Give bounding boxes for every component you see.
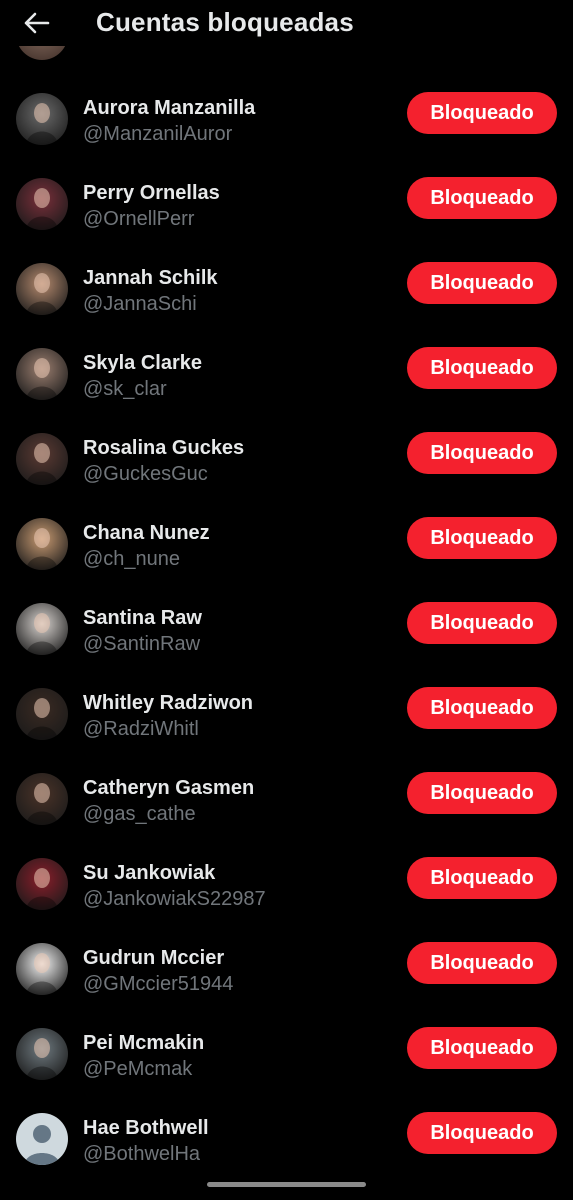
account-handle: @RadziWhitl (83, 718, 199, 740)
account-handle: @GMccier51944 (83, 973, 234, 995)
avatar[interactable] (16, 773, 68, 825)
account-name[interactable]: Catheryn Gasmen (83, 776, 254, 800)
avatar[interactable] (16, 1028, 68, 1080)
account-row[interactable]: Jannah Schilk @JannaSchi Bloqueado (0, 243, 573, 328)
blocked-button[interactable]: Bloqueado (407, 687, 557, 729)
account-handle: @gas_cathe (83, 803, 196, 825)
account-handle: @sk_clar (83, 378, 167, 400)
account-row[interactable]: Santina Raw @SantinRaw Bloqueado (0, 583, 573, 668)
avatar[interactable] (16, 943, 68, 995)
account-handle: @OrnellPerr (83, 208, 195, 230)
top-app-bar: Cuentas bloqueadas (0, 0, 573, 46)
account-name[interactable]: Jannah Schilk (83, 266, 218, 290)
account-handle: @JannaSchi (83, 293, 197, 315)
blocked-button[interactable]: Bloqueado (407, 942, 557, 984)
account-row[interactable]: Skyla Clarke @sk_clar Bloqueado (0, 328, 573, 413)
account-name[interactable]: Hae Bothwell (83, 1116, 209, 1140)
account-handle: @JankowiakS22987 (83, 888, 266, 910)
avatar[interactable] (16, 263, 68, 315)
account-handle: @PeMcmak (83, 1058, 193, 1080)
blocked-accounts-list: Aurora Manzanilla @ManzanilAuror Bloqueado… (0, 73, 573, 1178)
blocked-button[interactable]: Bloqueado (407, 772, 557, 814)
account-handle: @ch_nune (83, 548, 181, 570)
blocked-button[interactable]: Bloqueado (407, 92, 557, 134)
page-title: Cuentas bloqueadas (96, 7, 354, 37)
avatar[interactable] (16, 858, 68, 910)
account-name[interactable]: Whitley Radziwon (83, 691, 253, 715)
account-row[interactable]: Catheryn Gasmen @gas_cathe Bloqueado (0, 753, 573, 838)
avatar[interactable] (16, 1113, 68, 1165)
blocked-button[interactable]: Bloqueado (407, 177, 557, 219)
account-row[interactable]: Gudrun Mccier @GMccier51944 Bloqueado (0, 923, 573, 1008)
blocked-button[interactable]: Bloqueado (407, 347, 557, 389)
account-handle: @SantinRaw (83, 633, 201, 655)
account-row[interactable]: Aurora Manzanilla @ManzanilAuror Bloqueado (0, 73, 573, 158)
home-indicator[interactable] (207, 1182, 366, 1187)
account-row[interactable]: Rosalina Guckes @GuckesGuc Bloqueado (0, 413, 573, 498)
blocked-button[interactable]: Bloqueado (407, 1027, 557, 1069)
account-name[interactable]: Aurora Manzanilla (83, 96, 255, 120)
blocked-button[interactable]: Bloqueado (407, 1112, 557, 1154)
blocked-button[interactable]: Bloqueado (407, 602, 557, 644)
account-name[interactable]: Rosalina Guckes (83, 436, 244, 460)
avatar[interactable] (16, 433, 68, 485)
account-row[interactable]: Hae Bothwell @BothwelHa Bloqueado (0, 1093, 573, 1178)
account-name[interactable]: Santina Raw (83, 606, 202, 630)
account-row[interactable]: Pei Mcmakin @PeMcmak Bloqueado (0, 1008, 573, 1093)
avatar[interactable] (16, 178, 68, 230)
account-name[interactable]: Gudrun Mccier (83, 946, 224, 970)
account-row[interactable]: Whitley Radziwon @RadziWhitl Bloqueado (0, 668, 573, 753)
arrow-left-icon (24, 12, 50, 34)
account-row[interactable]: Chana Nunez @ch_nune Bloqueado (0, 498, 573, 583)
avatar[interactable] (16, 93, 68, 145)
avatar[interactable] (16, 348, 68, 400)
avatar[interactable] (16, 603, 68, 655)
account-name[interactable]: Pei Mcmakin (83, 1031, 204, 1055)
blocked-button[interactable]: Bloqueado (407, 857, 557, 899)
account-row[interactable]: Su Jankowiak @JankowiakS22987 Bloqueado (0, 838, 573, 923)
blocked-button[interactable]: Bloqueado (407, 517, 557, 559)
account-handle: @BothwelHa (83, 1143, 201, 1165)
account-name[interactable]: Skyla Clarke (83, 351, 202, 375)
account-handle: @ManzanilAuror (83, 123, 233, 145)
avatar[interactable] (16, 518, 68, 570)
account-handle: @GuckesGuc (83, 463, 208, 485)
avatar[interactable] (16, 688, 68, 740)
account-row[interactable]: Perry Ornellas @OrnellPerr Bloqueado (0, 158, 573, 243)
back-button[interactable] (18, 4, 56, 42)
account-name[interactable]: Perry Ornellas (83, 181, 220, 205)
account-name[interactable]: Chana Nunez (83, 521, 210, 545)
blocked-button[interactable]: Bloqueado (407, 262, 557, 304)
account-name[interactable]: Su Jankowiak (83, 861, 215, 885)
blocked-button[interactable]: Bloqueado (407, 432, 557, 474)
